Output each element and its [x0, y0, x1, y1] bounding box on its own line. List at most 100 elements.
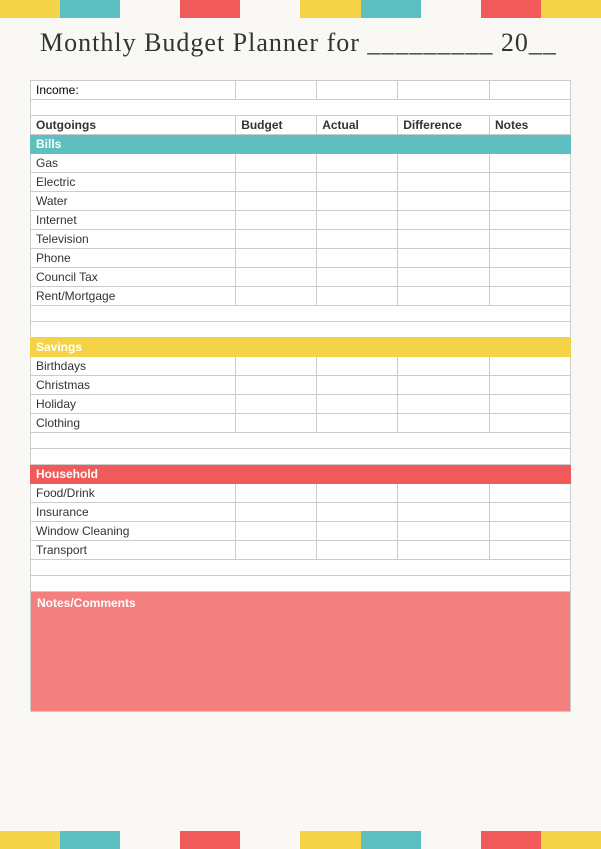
- birthdays-budget[interactable]: [236, 357, 317, 376]
- phone-notes[interactable]: [489, 249, 570, 268]
- electric-notes[interactable]: [489, 173, 570, 192]
- window-cleaning-actual[interactable]: [317, 522, 398, 541]
- row-holiday: Holiday: [31, 395, 571, 414]
- transport-diff[interactable]: [398, 541, 490, 560]
- internet-diff[interactable]: [398, 211, 490, 230]
- holiday-budget[interactable]: [236, 395, 317, 414]
- internet-budget[interactable]: [236, 211, 317, 230]
- food-drink-actual[interactable]: [317, 484, 398, 503]
- electric-budget[interactable]: [236, 173, 317, 192]
- row-gas: Gas: [31, 154, 571, 173]
- income-notes[interactable]: [489, 81, 570, 100]
- savings-label: Savings: [31, 338, 571, 357]
- christmas-notes[interactable]: [489, 376, 570, 395]
- income-label: Income:: [31, 81, 236, 100]
- clothing-label: Clothing: [31, 414, 236, 433]
- phone-actual[interactable]: [317, 249, 398, 268]
- birthdays-diff[interactable]: [398, 357, 490, 376]
- spacer-row-1: [31, 100, 571, 116]
- holiday-notes[interactable]: [489, 395, 570, 414]
- christmas-actual[interactable]: [317, 376, 398, 395]
- clothing-diff[interactable]: [398, 414, 490, 433]
- council-tax-budget[interactable]: [236, 268, 317, 287]
- transport-actual[interactable]: [317, 541, 398, 560]
- council-tax-actual[interactable]: [317, 268, 398, 287]
- gas-budget[interactable]: [236, 154, 317, 173]
- budget-table: Income: Outgoings Budget Actual Differen…: [30, 80, 571, 712]
- bottom-bar-seg-6: [300, 831, 360, 849]
- birthdays-actual[interactable]: [317, 357, 398, 376]
- bottom-bar-seg-7: [361, 831, 421, 849]
- transport-notes[interactable]: [489, 541, 570, 560]
- rent-mortgage-diff[interactable]: [398, 287, 490, 306]
- food-drink-diff[interactable]: [398, 484, 490, 503]
- council-tax-label: Council Tax: [31, 268, 236, 287]
- income-budget[interactable]: [236, 81, 317, 100]
- bottom-bar-seg-5: [240, 831, 300, 849]
- christmas-diff[interactable]: [398, 376, 490, 395]
- window-cleaning-label: Window Cleaning: [31, 522, 236, 541]
- bottom-bar-seg-4: [180, 831, 240, 849]
- gas-actual[interactable]: [317, 154, 398, 173]
- holiday-diff[interactable]: [398, 395, 490, 414]
- holiday-actual[interactable]: [317, 395, 398, 414]
- electric-diff[interactable]: [398, 173, 490, 192]
- rent-mortgage-notes[interactable]: [489, 287, 570, 306]
- window-cleaning-budget[interactable]: [236, 522, 317, 541]
- rent-mortgage-budget[interactable]: [236, 287, 317, 306]
- christmas-budget[interactable]: [236, 376, 317, 395]
- bills-label: Bills: [31, 135, 571, 154]
- spacer-row-4: [31, 433, 571, 449]
- top-bar-seg-4: [180, 0, 240, 18]
- internet-label: Internet: [31, 211, 236, 230]
- row-internet: Internet: [31, 211, 571, 230]
- clothing-notes[interactable]: [489, 414, 570, 433]
- water-notes[interactable]: [489, 192, 570, 211]
- income-actual[interactable]: [317, 81, 398, 100]
- gas-diff[interactable]: [398, 154, 490, 173]
- internet-actual[interactable]: [317, 211, 398, 230]
- insurance-notes[interactable]: [489, 503, 570, 522]
- transport-budget[interactable]: [236, 541, 317, 560]
- birthdays-notes[interactable]: [489, 357, 570, 376]
- phone-budget[interactable]: [236, 249, 317, 268]
- clothing-actual[interactable]: [317, 414, 398, 433]
- row-window-cleaning: Window Cleaning: [31, 522, 571, 541]
- television-budget[interactable]: [236, 230, 317, 249]
- income-diff[interactable]: [398, 81, 490, 100]
- top-bar-seg-5: [240, 0, 300, 18]
- television-diff[interactable]: [398, 230, 490, 249]
- food-drink-notes[interactable]: [489, 484, 570, 503]
- category-household: Household: [31, 465, 571, 484]
- notes-content-area[interactable]: [31, 614, 570, 709]
- water-actual[interactable]: [317, 192, 398, 211]
- top-bar-seg-6: [300, 0, 360, 18]
- television-actual[interactable]: [317, 230, 398, 249]
- television-label: Television: [31, 230, 236, 249]
- water-diff[interactable]: [398, 192, 490, 211]
- gas-notes[interactable]: [489, 154, 570, 173]
- insurance-diff[interactable]: [398, 503, 490, 522]
- council-tax-diff[interactable]: [398, 268, 490, 287]
- electric-label: Electric: [31, 173, 236, 192]
- council-tax-notes[interactable]: [489, 268, 570, 287]
- notes-section-label: Notes/Comments: [31, 592, 570, 614]
- spacer-row-3: [31, 322, 571, 338]
- birthdays-label: Birthdays: [31, 357, 236, 376]
- phone-diff[interactable]: [398, 249, 490, 268]
- insurance-actual[interactable]: [317, 503, 398, 522]
- water-budget[interactable]: [236, 192, 317, 211]
- food-drink-budget[interactable]: [236, 484, 317, 503]
- television-notes[interactable]: [489, 230, 570, 249]
- window-cleaning-notes[interactable]: [489, 522, 570, 541]
- insurance-budget[interactable]: [236, 503, 317, 522]
- clothing-budget[interactable]: [236, 414, 317, 433]
- window-cleaning-diff[interactable]: [398, 522, 490, 541]
- bottom-bar-seg-9: [481, 831, 541, 849]
- electric-actual[interactable]: [317, 173, 398, 192]
- row-phone: Phone: [31, 249, 571, 268]
- rent-mortgage-actual[interactable]: [317, 287, 398, 306]
- col-header-budget: Budget: [236, 116, 317, 135]
- internet-notes[interactable]: [489, 211, 570, 230]
- row-clothing: Clothing: [31, 414, 571, 433]
